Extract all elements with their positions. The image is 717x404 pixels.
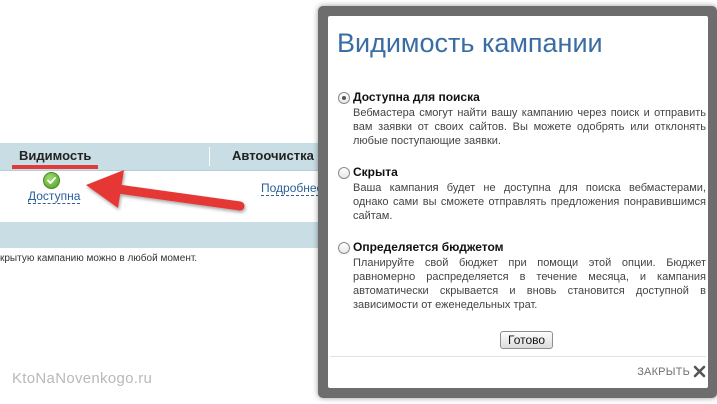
option-description: Планируйте свой бюджет при помощи этой о… [353,257,706,311]
dialog-title: Видимость кампании [337,28,603,58]
radio-searchable[interactable] [338,92,350,104]
campaign-visibility-dialog: Видимость кампании Доступна для поиска В… [328,16,708,388]
option-description: Вебмастера смогут найти вашу кампанию че… [353,107,706,147]
close-button[interactable]: ЗАКРЫТЬ [637,365,706,378]
radio-budget[interactable] [338,242,350,254]
option-description: Ваша кампания будет не доступна для поис… [353,182,706,222]
option-label: Определяется бюджетом [353,240,504,254]
radio-hidden[interactable] [338,167,350,179]
close-icon[interactable] [693,365,706,378]
dialog-divider [330,356,706,357]
close-label: ЗАКРЫТЬ [637,365,690,378]
option-label: Доступна для поиска [353,90,480,104]
dialog-frame: Видимость кампании Доступна для поиска В… [318,6,717,398]
done-button[interactable]: Готово [500,331,554,349]
option-label: Скрыта [353,165,398,179]
